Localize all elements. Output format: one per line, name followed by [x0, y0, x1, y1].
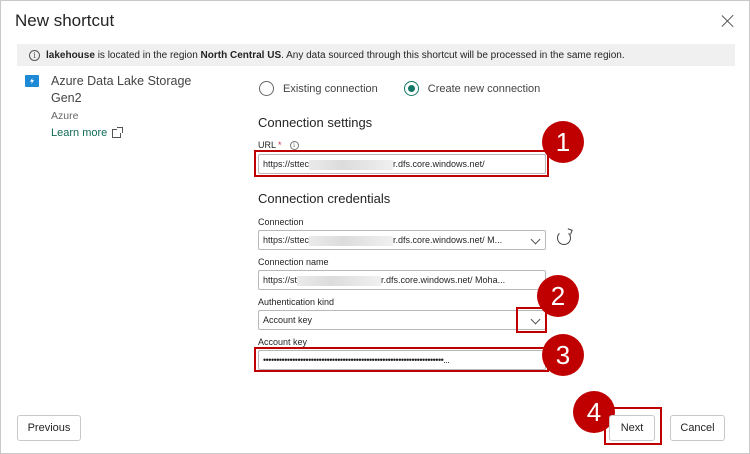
connection-name-input[interactable]: https://st r.dfs.core.windows.net/ Moha..…: [258, 270, 546, 290]
callout-highlight-account-key: [254, 347, 549, 372]
radio-existing-label[interactable]: Existing connection: [283, 83, 378, 95]
redacted-blur: [309, 235, 394, 246]
banner-text-2: . Any data sourced through this shortcut…: [281, 49, 625, 61]
azure-data-lake-icon: [25, 75, 39, 87]
connection-name-suffix: r.dfs.core.windows.net/ Moha...: [381, 275, 506, 285]
radio-create-new-connection[interactable]: [403, 81, 419, 96]
connection-name-prefix: https://st: [263, 275, 298, 285]
callout-highlight-url: [254, 150, 549, 177]
auth-kind-label: Authentication kind: [258, 297, 335, 307]
refresh-icon[interactable]: [557, 231, 571, 245]
info-icon: i: [29, 49, 40, 61]
dialog-title: New shortcut: [15, 11, 115, 30]
banner-lakehouse: lakehouse: [46, 49, 95, 61]
redacted-blur: [297, 275, 382, 286]
auth-kind-value: Account key: [263, 315, 313, 325]
callout-badge-3: 3: [542, 334, 584, 376]
connection-settings-heading: Connection settings: [258, 115, 373, 130]
info-icon[interactable]: i: [289, 140, 299, 150]
learn-more-label[interactable]: Learn more: [51, 127, 107, 139]
source-name: Azure Data Lake Storage Gen2: [51, 74, 192, 105]
connection-name-label: Connection name: [258, 257, 329, 267]
callout-badge-1: 1: [542, 121, 584, 163]
cancel-button[interactable]: Cancel: [670, 415, 725, 441]
callout-badge-2: 2: [537, 275, 579, 317]
connection-credentials-heading: Connection credentials: [258, 191, 391, 206]
new-shortcut-dialog: New shortcut i lakehouse is located in t…: [0, 0, 750, 454]
url-label: URL: [258, 140, 277, 150]
previous-button[interactable]: Previous: [17, 415, 81, 441]
connection-select[interactable]: https://sttec r.dfs.core.windows.net/ M..…: [258, 230, 546, 250]
source-provider: Azure: [51, 110, 79, 122]
connection-prefix: https://sttec: [263, 235, 310, 245]
close-icon[interactable]: [717, 11, 739, 33]
connection-label: Connection: [258, 217, 304, 227]
radio-existing-connection[interactable]: [259, 81, 274, 96]
url-label-row: URL * i: [258, 140, 299, 150]
next-button[interactable]: Next: [609, 415, 655, 441]
banner-region: North Central US: [200, 49, 282, 61]
required-marker: *: [278, 140, 282, 150]
connection-suffix: r.dfs.core.windows.net/ M...: [393, 235, 503, 245]
auth-kind-select[interactable]: Account key: [258, 310, 546, 330]
banner-text-1: is located in the region: [94, 49, 201, 61]
region-info-banner: i lakehouse is located in the region Nor…: [17, 44, 735, 66]
radio-create-new-label[interactable]: Create new connection: [428, 83, 541, 95]
account-key-label: Account key: [258, 337, 308, 347]
chevron-down-icon[interactable]: [530, 234, 541, 245]
external-link-icon: [112, 126, 124, 138]
connection-mode-group: Existing connection Create new connectio…: [259, 81, 566, 96]
learn-more-link[interactable]: Learn more: [51, 126, 124, 139]
